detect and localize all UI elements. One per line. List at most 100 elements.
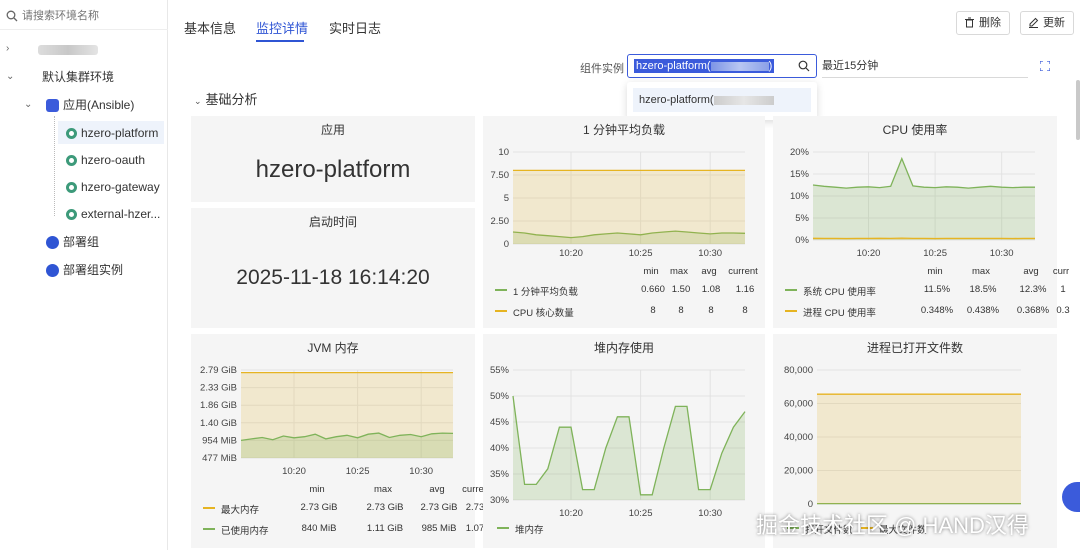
- dropdown-option[interactable]: hzero-platform(: [633, 88, 811, 112]
- time-range-select[interactable]: 最近15分钟: [822, 54, 1028, 78]
- legend-series-name: 1 分钟平均负载: [513, 287, 578, 298]
- legend-stat-value: 18.5%: [969, 284, 997, 295]
- x-tick-label: 10:25: [346, 466, 370, 477]
- y-tick-label: 1.40 GiB: [200, 418, 237, 429]
- chevron-right-icon[interactable]: ›: [6, 38, 16, 60]
- instance-filter-label: 组件实例: [580, 63, 624, 75]
- fullscreen-icon[interactable]: [1040, 61, 1050, 71]
- y-tick-label: 477 MiB: [202, 453, 237, 464]
- time-range-value: 最近15分钟: [822, 60, 879, 72]
- legend-header: min: [927, 266, 943, 277]
- y-tick-label: 0: [504, 239, 509, 250]
- jvm-chart-panel: JVM 内存 477 MiB 954 MiB 1.40 GiB 1.86 GiB 2.33…: [191, 334, 484, 548]
- instance-status-icon: [66, 155, 77, 167]
- tree-root[interactable]: ›: [6, 38, 156, 60]
- tree-app-group[interactable]: ⌄ 应用(Ansible): [24, 94, 164, 116]
- heap-chart-panel: 堆内存使用 30% 35% 40% 45% 50% 55% 10:20 10:25 10:30 堆内…: [483, 334, 765, 548]
- tree-item-app-0[interactable]: hzero-platform: [66, 122, 158, 144]
- y-tick-label: 954 MiB: [202, 435, 237, 446]
- delete-button[interactable]: 删除: [956, 11, 1010, 35]
- panel-title: 启动时间: [308, 215, 357, 229]
- instance-select-value: hzero-platform(): [634, 59, 775, 73]
- tab-realtime-log[interactable]: 实时日志: [329, 18, 381, 37]
- instance-value-suffix: ): [768, 60, 773, 72]
- chart-svg: 30% 35% 40% 45% 50% 55% 10:20 10:25 10:30: [490, 365, 746, 519]
- tab-basic-info[interactable]: 基本信息: [184, 18, 236, 37]
- instance-value-text: hzero-platform(: [636, 60, 711, 72]
- series-area: [513, 170, 745, 244]
- load-chart-panel: 1 分钟平均负载 0 2.50 5 7.50 10 10:20 10:25 10:30 min ma…: [483, 116, 765, 328]
- tree-env[interactable]: ⌄ 默认集群环境: [6, 66, 156, 88]
- start-time-panel: 启动时间 2025-11-18 16:14:20: [191, 208, 475, 328]
- legend-stat-value: 1.11 GiB: [366, 523, 404, 534]
- redacted-text: [38, 44, 98, 55]
- app-icon: [46, 99, 59, 113]
- start-time-stat: 2025-11-18 16:14:20: [236, 266, 430, 289]
- legend-stat-value: 8: [742, 305, 748, 316]
- search-icon: [6, 10, 18, 22]
- legend-swatch: [495, 310, 507, 312]
- deploy-instance-label: 部署组实例: [63, 263, 124, 277]
- instance-dropdown: hzero-platform(: [627, 82, 817, 120]
- tree-deploy-instance[interactable]: 部署组实例: [46, 259, 123, 281]
- tree-deploy-group[interactable]: 部署组: [46, 231, 99, 253]
- scrollbar[interactable]: [1076, 80, 1080, 140]
- update-button[interactable]: 更新: [1020, 11, 1074, 35]
- legend-series-name: 进程 CPU 使用率: [803, 308, 876, 319]
- legend-swatch: [495, 289, 507, 291]
- sidebar-search[interactable]: [0, 4, 168, 30]
- legend-series-name: 已使用内存: [221, 526, 269, 537]
- app-name-stat: hzero-platform: [255, 156, 411, 183]
- tree-guide-line: [54, 116, 55, 216]
- y-tick-label: 40%: [490, 443, 510, 454]
- instance-status-icon: [66, 209, 77, 221]
- section-title: 基础分析: [205, 92, 258, 107]
- corner-watermark: 掘金技术社区 @ HAND汉得: [756, 513, 1029, 538]
- legend-stat-value: 2.73 GiB: [300, 502, 338, 513]
- chevron-down-icon: ⌄: [194, 96, 202, 106]
- chevron-down-icon[interactable]: ⌄: [24, 94, 34, 116]
- legend-stat-value: 1: [1060, 284, 1066, 295]
- search-input[interactable]: [22, 7, 162, 25]
- legend-stat-value: 2.73 GiB: [366, 502, 404, 513]
- instance-status-icon: [66, 182, 77, 194]
- y-tick-label: 10%: [790, 191, 810, 202]
- dropdown-option-text: hzero-platform(: [639, 94, 714, 106]
- y-tick-label: 40,000: [784, 432, 813, 443]
- y-tick-label: 60,000: [784, 399, 813, 410]
- tree-item-app-2[interactable]: hzero-gateway: [66, 176, 160, 198]
- legend-header: max: [972, 266, 990, 277]
- legend-swatch: [203, 528, 215, 530]
- edit-icon: [1029, 17, 1039, 28]
- y-tick-label: 1.86 GiB: [200, 400, 237, 411]
- x-tick-label: 10:20: [559, 508, 583, 519]
- legend-stat-value: 0.438%: [966, 305, 1000, 316]
- y-tick-label: 20,000: [784, 466, 813, 477]
- tree-item-app-3[interactable]: external-hzer...: [66, 203, 160, 225]
- section-header[interactable]: ⌄ 基础分析: [194, 89, 258, 108]
- instance-select[interactable]: hzero-platform(): [627, 54, 817, 78]
- legend-header: curr: [1052, 266, 1070, 277]
- tree-item-label: hzero-gateway: [81, 180, 160, 194]
- app-group-label: 应用(Ansible): [63, 98, 135, 112]
- tab-monitor-detail[interactable]: 监控详情: [256, 18, 308, 37]
- legend-swatch: [497, 527, 509, 529]
- legend-series-name: CPU 核心数量: [513, 308, 574, 319]
- y-tick-label: 15%: [790, 169, 810, 180]
- tree-item-label: hzero-platform: [81, 126, 159, 140]
- floating-help-button[interactable]: [1062, 482, 1080, 512]
- chevron-down-icon[interactable]: ⌄: [6, 66, 16, 88]
- redacted-text: [713, 95, 774, 105]
- panel-title: 应用: [320, 123, 345, 137]
- y-tick-label: 2.33 GiB: [200, 383, 237, 394]
- legend-stat-value: 840 MiB: [301, 523, 337, 534]
- active-tab-indicator: [256, 40, 304, 42]
- y-tick-label: 10: [498, 147, 509, 158]
- y-tick-label: 80,000: [784, 365, 813, 376]
- legend-swatch: [785, 310, 797, 312]
- y-tick-label: 7.50: [491, 170, 510, 181]
- trash-icon: [965, 17, 974, 28]
- tree-item-app-1[interactable]: hzero-oauth: [66, 149, 145, 171]
- app-panel: 应用 hzero-platform: [191, 116, 475, 202]
- x-tick-label: 10:20: [857, 248, 881, 259]
